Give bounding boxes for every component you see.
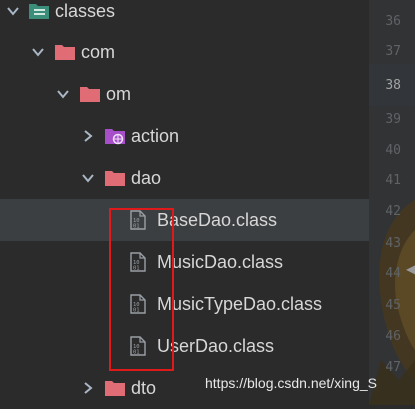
tree-item-label: UserDao.class bbox=[157, 335, 275, 356]
tree-item-label: com bbox=[81, 41, 116, 62]
watermark: https://blog.csdn.net/xing_S bbox=[205, 375, 377, 391]
line-number: 40 bbox=[385, 143, 401, 158]
tree-item-label: om bbox=[106, 83, 132, 104]
tree-item-com[interactable]: com bbox=[0, 31, 369, 73]
line-number: 39 bbox=[385, 112, 401, 127]
tree-item-musictypedao-class[interactable]: 10 01 MusicTypeDao.class bbox=[0, 283, 369, 325]
line-number: 47 bbox=[385, 360, 401, 375]
chevron-right-icon[interactable] bbox=[81, 381, 95, 395]
background-butterfly-image bbox=[369, 200, 415, 405]
tree-item-label: MusicDao.class bbox=[157, 251, 284, 272]
tree-item-label: dto bbox=[131, 377, 157, 398]
line-number-active: 38 bbox=[385, 78, 401, 93]
tree-item-dao[interactable]: dao bbox=[0, 157, 369, 199]
scroll-marker-icon: ◀ bbox=[406, 262, 415, 276]
highlight-box bbox=[109, 208, 174, 371]
chevron-down-icon[interactable] bbox=[56, 87, 70, 101]
tree-item-classes[interactable]: classes bbox=[0, 0, 369, 32]
tree-item-userdao-class[interactable]: 10 01 UserDao.class bbox=[0, 325, 369, 367]
web-folder-icon bbox=[104, 127, 126, 145]
line-number: 37 bbox=[385, 44, 401, 59]
module-folder-icon bbox=[28, 2, 50, 20]
folder-icon bbox=[54, 43, 76, 61]
folder-icon bbox=[79, 85, 101, 103]
tree-item-musicdao-class[interactable]: 10 01 MusicDao.class bbox=[0, 241, 369, 283]
line-number: 36 bbox=[385, 14, 401, 29]
tree-item-label: BaseDao.class bbox=[157, 209, 278, 230]
line-number: 43 bbox=[385, 236, 401, 251]
chevron-right-icon[interactable] bbox=[81, 129, 95, 143]
line-number: 42 bbox=[385, 204, 401, 219]
chevron-down-icon[interactable] bbox=[81, 171, 95, 185]
tree-item-basedao-class[interactable]: 10 01 BaseDao.class bbox=[0, 199, 369, 241]
folder-icon bbox=[104, 379, 126, 397]
chevron-down-icon[interactable] bbox=[6, 4, 20, 18]
tree-item-label: dao bbox=[131, 167, 162, 188]
line-number: 46 bbox=[385, 329, 401, 344]
line-number: 41 bbox=[385, 173, 401, 188]
tree-item-action[interactable]: action bbox=[0, 115, 369, 157]
folder-icon bbox=[104, 169, 126, 187]
chevron-down-icon[interactable] bbox=[31, 45, 45, 59]
line-number: 45 bbox=[385, 298, 401, 313]
tree-item-label: classes bbox=[55, 0, 116, 21]
line-number: 44 bbox=[385, 266, 401, 281]
tree-item-om[interactable]: om bbox=[0, 73, 369, 115]
editor-gutter: 36 37 38 39 40 41 42 43 44 45 46 47 bbox=[369, 0, 415, 405]
tree-item-label: action bbox=[131, 125, 180, 146]
tree-item-label: MusicTypeDao.class bbox=[157, 293, 323, 314]
project-tree: classes com om action dao 10 01 BaseDao.… bbox=[0, 0, 369, 405]
